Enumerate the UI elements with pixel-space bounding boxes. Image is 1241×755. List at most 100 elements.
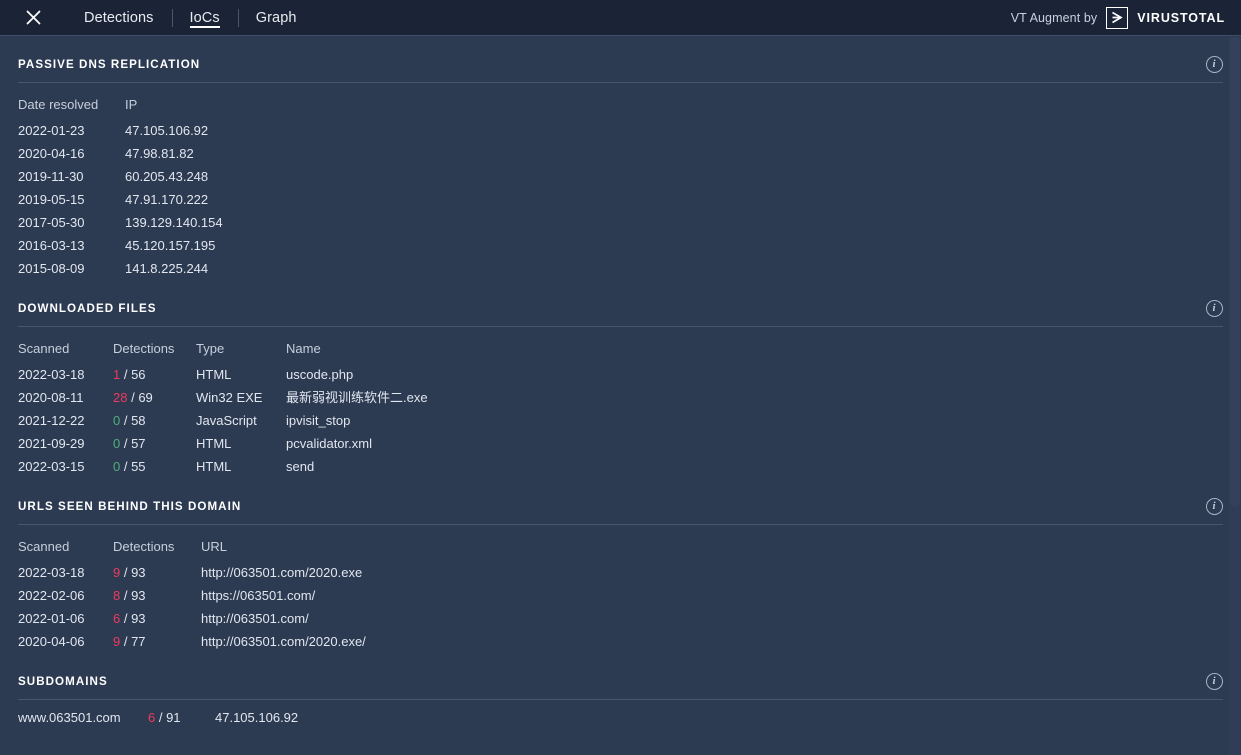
cell-date: 2020-04-16 xyxy=(18,142,125,165)
cell-type: JavaScript xyxy=(196,409,286,432)
table-row[interactable]: 2019-05-15 47.91.170.222 xyxy=(18,188,1223,211)
cell-name: pcvalidator.xml xyxy=(286,432,1223,455)
detections-separator: / xyxy=(120,413,131,428)
tab-detections-label: Detections xyxy=(84,10,154,26)
cell-scanned: 2020-08-11 xyxy=(18,386,113,409)
cell-name: send xyxy=(286,455,1223,478)
vertical-scrollbar[interactable] xyxy=(1229,37,1241,755)
cell-scanned: 2022-03-15 xyxy=(18,455,113,478)
table-row[interactable]: 2020-04-16 47.98.81.82 xyxy=(18,142,1223,165)
info-icon[interactable]: i xyxy=(1206,56,1223,73)
downloaded-files-table: Scanned Detections Type Name 2022-03-18 … xyxy=(18,327,1223,478)
vertical-scrollbar-thumb[interactable] xyxy=(1230,37,1240,507)
column-header-scanned: Scanned xyxy=(18,327,113,363)
virustotal-logo-icon xyxy=(1106,7,1128,29)
info-icon[interactable]: i xyxy=(1206,498,1223,515)
table-row[interactable]: 2016-03-13 45.120.157.195 xyxy=(18,234,1223,257)
cell-scanned: 2022-02-06 xyxy=(18,584,113,607)
tab-iocs-label: IoCs xyxy=(190,10,220,26)
detections-separator: / xyxy=(120,459,131,474)
detections-total: 56 xyxy=(131,367,145,382)
table-row[interactable]: 2017-05-30 139.129.140.154 xyxy=(18,211,1223,234)
cell-subdomain: www.063501.com xyxy=(18,700,148,730)
cell-scanned: 2022-03-18 xyxy=(18,363,113,386)
cell-detections: 1 / 56 xyxy=(113,363,196,386)
table-row[interactable]: 2022-03-15 0 / 55 HTML send xyxy=(18,455,1223,478)
passive-dns-table-body: 2022-01-23 47.105.106.92 2020-04-16 47.9… xyxy=(18,119,1223,280)
detections-total: 93 xyxy=(131,565,145,580)
column-header-detections: Detections xyxy=(113,327,196,363)
cell-url: http://063501.com/ xyxy=(201,607,1223,630)
table-header-row: Scanned Detections Type Name xyxy=(18,327,1223,363)
cell-ip: 47.105.106.92 xyxy=(215,700,1223,730)
cell-ip: 47.98.81.82 xyxy=(125,142,1223,165)
cell-name: 最新弱视训练软件二.exe xyxy=(286,386,1223,409)
cell-detections: 0 / 55 xyxy=(113,455,196,478)
tab-graph-label: Graph xyxy=(256,10,297,26)
table-row[interactable]: 2022-01-23 47.105.106.92 xyxy=(18,119,1223,142)
detections-count: 28 xyxy=(113,390,127,405)
section-passive-dns-title: PASSIVE DNS REPLICATION xyxy=(18,58,200,72)
detections-total: 93 xyxy=(131,611,145,626)
cell-detections: 8 / 93 xyxy=(113,584,201,607)
table-row[interactable]: 2021-09-29 0 / 57 HTML pcvalidator.xml xyxy=(18,432,1223,455)
cell-ip: 139.129.140.154 xyxy=(125,211,1223,234)
section-downloaded-files-title: DOWNLOADED FILES xyxy=(18,302,157,316)
cell-scanned: 2022-01-06 xyxy=(18,607,113,630)
info-icon[interactable]: i xyxy=(1206,300,1223,317)
section-subdomains-title: SUBDOMAINS xyxy=(18,675,108,689)
cell-detections: 28 / 69 xyxy=(113,386,196,409)
tab-detections[interactable]: Detections xyxy=(66,0,172,36)
cell-name: uscode.php xyxy=(286,363,1223,386)
table-row[interactable]: 2022-03-18 9 / 93 http://063501.com/2020… xyxy=(18,561,1223,584)
table-row[interactable]: 2015-08-09 141.8.225.244 xyxy=(18,257,1223,280)
bottom-spacer xyxy=(0,730,1241,748)
table-row[interactable]: 2020-08-11 28 / 69 Win32 EXE 最新弱视训练软件二.e… xyxy=(18,386,1223,409)
table-header-row: Date resolved IP xyxy=(18,83,1223,119)
tab-graph[interactable]: Graph xyxy=(238,0,315,36)
section-urls-title: URLS SEEN BEHIND THIS DOMAIN xyxy=(18,500,241,514)
table-row[interactable]: 2019-11-30 60.205.43.248 xyxy=(18,165,1223,188)
table-row[interactable]: 2022-03-18 1 / 56 HTML uscode.php xyxy=(18,363,1223,386)
cell-scanned: 2020-04-06 xyxy=(18,630,113,653)
cell-type: HTML xyxy=(196,363,286,386)
cell-ip: 47.105.106.92 xyxy=(125,119,1223,142)
detections-total: 57 xyxy=(131,436,145,451)
cell-date: 2022-01-23 xyxy=(18,119,125,142)
table-row[interactable]: 2021-12-22 0 / 58 JavaScript ipvisit_sto… xyxy=(18,409,1223,432)
cell-date: 2019-05-15 xyxy=(18,188,125,211)
column-header-detections: Detections xyxy=(113,525,201,561)
section-urls: URLS SEEN BEHIND THIS DOMAIN i xyxy=(0,478,1241,524)
detections-total: 77 xyxy=(131,634,145,649)
table-row[interactable]: 2020-04-06 9 / 77 http://063501.com/2020… xyxy=(18,630,1223,653)
cell-ip: 60.205.43.248 xyxy=(125,165,1223,188)
detections-separator: / xyxy=(120,634,131,649)
close-icon[interactable] xyxy=(22,7,44,29)
detections-separator: / xyxy=(120,436,131,451)
cell-url: http://063501.com/2020.exe/ xyxy=(201,630,1223,653)
detections-total: 55 xyxy=(131,459,145,474)
table-row[interactable]: 2022-02-06 8 / 93 https://063501.com/ xyxy=(18,584,1223,607)
tab-iocs[interactable]: IoCs xyxy=(172,0,238,36)
detections-total: 93 xyxy=(131,588,145,603)
cell-scanned: 2021-09-29 xyxy=(18,432,113,455)
table-row[interactable]: 2022-01-06 6 / 93 http://063501.com/ xyxy=(18,607,1223,630)
column-header-name: Name xyxy=(286,327,1223,363)
cell-scanned: 2022-03-18 xyxy=(18,561,113,584)
section-downloaded-files-body: Scanned Detections Type Name 2022-03-18 … xyxy=(0,327,1241,478)
cell-ip: 47.91.170.222 xyxy=(125,188,1223,211)
cell-detections: 0 / 58 xyxy=(113,409,196,432)
table-row[interactable]: www.063501.com 6 / 91 47.105.106.92 xyxy=(18,700,1223,730)
column-header-type: Type xyxy=(196,327,286,363)
info-icon[interactable]: i xyxy=(1206,673,1223,690)
detections-separator: / xyxy=(120,565,131,580)
section-subdomains: SUBDOMAINS i xyxy=(0,653,1241,699)
detections-total: 69 xyxy=(138,390,152,405)
column-header-url: URL xyxy=(201,525,1223,561)
section-passive-dns-header: PASSIVE DNS REPLICATION i xyxy=(18,36,1223,82)
cell-detections: 6 / 91 xyxy=(148,700,215,730)
cell-ip: 141.8.225.244 xyxy=(125,257,1223,280)
subdomains-table: www.063501.com 6 / 91 47.105.106.92 xyxy=(18,700,1223,730)
cell-detections: 9 / 77 xyxy=(113,630,201,653)
cell-type: Win32 EXE xyxy=(196,386,286,409)
